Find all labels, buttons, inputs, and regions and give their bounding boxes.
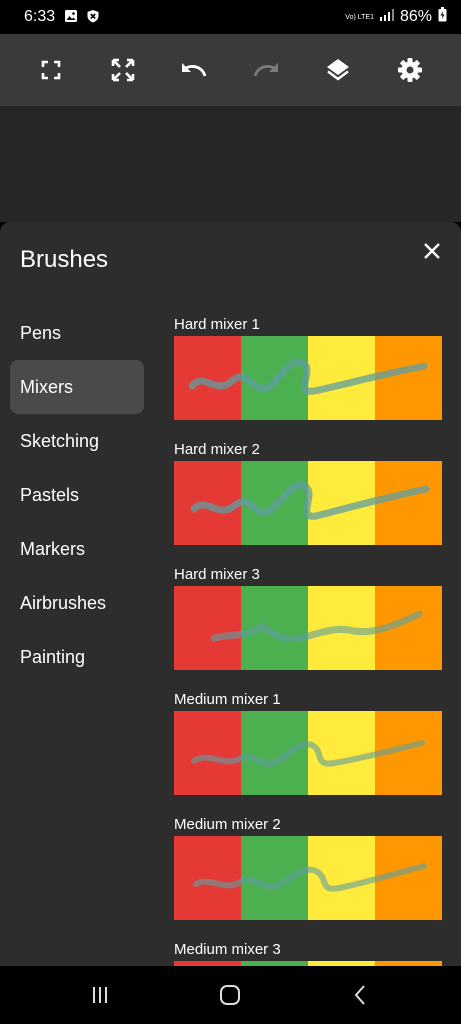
swatch-band xyxy=(241,711,309,795)
layers-icon xyxy=(327,59,349,81)
category-airbrushes[interactable]: Airbrushes xyxy=(10,576,144,630)
brush-name: Hard mixer 3 xyxy=(174,566,260,583)
brush-preview-image xyxy=(174,836,442,920)
recents-button[interactable] xyxy=(85,982,115,1008)
brush-preview-image xyxy=(174,336,442,420)
category-painting[interactable]: Painting xyxy=(10,630,144,684)
category-sketching[interactable]: Sketching xyxy=(10,414,144,468)
shield-notification-icon xyxy=(86,9,100,28)
undo-button[interactable] xyxy=(176,52,212,88)
layers-button[interactable] xyxy=(320,52,356,88)
brush-name: Medium mixer 1 xyxy=(174,691,281,708)
category-pens[interactable]: Pens xyxy=(10,306,144,360)
status-time: 6:33 xyxy=(24,8,56,25)
fullscreen-icon xyxy=(41,60,61,80)
brush-name: Medium mixer 3 xyxy=(174,941,281,958)
back-icon xyxy=(354,985,365,1005)
swatch-band xyxy=(174,586,242,670)
expand-icon xyxy=(111,58,135,82)
brush-item-hard-mixer-1[interactable]: Hard mixer 1 xyxy=(174,316,442,441)
home-icon xyxy=(220,985,240,1005)
swatch-band xyxy=(174,711,242,795)
brush-preview xyxy=(174,836,442,920)
swatch-band xyxy=(375,461,442,545)
brush-list: Hard mixer 1 Hard mixer 2 Hard mixer 3 M… xyxy=(174,316,442,966)
status-bar: 6:33 Vo) LTE1 86% xyxy=(0,0,461,34)
category-list: Pens Mixers Sketching Pastels Markers Ai… xyxy=(10,306,144,684)
swatch-band xyxy=(308,836,376,920)
category-pastels[interactable]: Pastels xyxy=(10,468,144,522)
brush-preview xyxy=(174,336,442,420)
close-button[interactable] xyxy=(418,237,446,265)
swatch-band xyxy=(174,836,242,920)
signal-icon xyxy=(379,8,394,26)
redo-icon xyxy=(253,63,278,77)
brush-item-medium-mixer-2[interactable]: Medium mixer 2 xyxy=(174,816,442,941)
gallery-notification-icon xyxy=(64,9,78,28)
category-markers[interactable]: Markers xyxy=(10,522,144,576)
brush-preview-image xyxy=(174,586,442,670)
panel-title: Brushes xyxy=(20,246,109,273)
recents-icon xyxy=(93,987,107,1003)
undo-icon xyxy=(182,63,207,77)
brush-item-medium-mixer-3[interactable]: Medium mixer 3 xyxy=(174,941,442,966)
brush-preview-image xyxy=(174,461,442,545)
settings-button[interactable] xyxy=(392,52,428,88)
home-button[interactable] xyxy=(215,982,245,1008)
brush-preview xyxy=(174,461,442,545)
network-type: Vo) LTE1 xyxy=(345,13,374,21)
battery-icon xyxy=(438,7,447,27)
settings-icon xyxy=(398,58,422,82)
expand-button[interactable] xyxy=(105,52,141,88)
brushes-panel: Brushes Pens Mixers Sketching Pastels Ma… xyxy=(0,222,461,966)
brush-preview xyxy=(174,586,442,670)
brush-item-medium-mixer-1[interactable]: Medium mixer 1 xyxy=(174,691,442,816)
back-button[interactable] xyxy=(345,982,375,1008)
brush-name: Hard mixer 2 xyxy=(174,441,260,458)
close-icon xyxy=(424,243,440,259)
brush-item-hard-mixer-3[interactable]: Hard mixer 3 xyxy=(174,566,442,691)
brush-name: Hard mixer 1 xyxy=(174,316,260,333)
fullscreen-button[interactable] xyxy=(33,52,69,88)
brush-item-hard-mixer-2[interactable]: Hard mixer 2 xyxy=(174,441,442,566)
brush-preview-image xyxy=(174,711,442,795)
category-mixers[interactable]: Mixers xyxy=(10,360,144,414)
brush-preview xyxy=(174,711,442,795)
top-toolbar xyxy=(0,34,461,106)
brush-name: Medium mixer 2 xyxy=(174,816,281,833)
battery-level: 86% xyxy=(399,8,432,25)
navigation-bar xyxy=(0,966,461,1024)
redo-button[interactable] xyxy=(248,52,284,88)
drawing-canvas[interactable] xyxy=(0,106,461,222)
